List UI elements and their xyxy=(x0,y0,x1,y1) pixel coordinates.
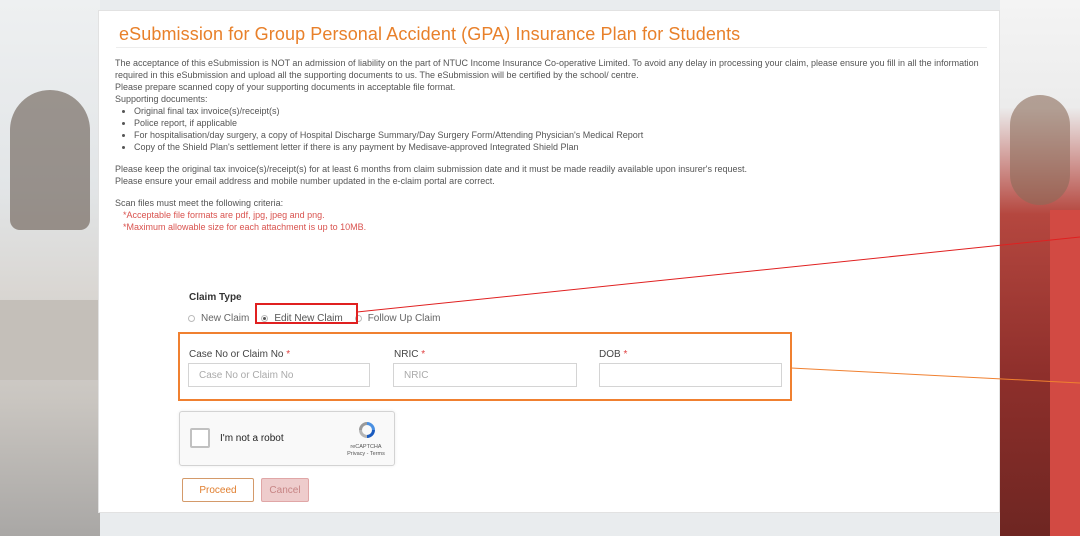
cancel-button[interactable]: Cancel xyxy=(261,478,309,502)
background-left-photo xyxy=(0,0,100,536)
supporting-docs-heading: Supporting documents: xyxy=(115,94,208,104)
claim-type-label: Claim Type xyxy=(189,292,242,303)
list-item: For hospitalisation/day surgery, a copy … xyxy=(134,129,990,141)
background-desk xyxy=(0,300,100,380)
case-no-input[interactable] xyxy=(188,363,370,387)
prepare-notice: Please prepare scanned copy of your supp… xyxy=(115,82,456,92)
case-no-label: Case No or Claim No * xyxy=(189,349,291,360)
background-stripe xyxy=(1050,210,1080,536)
supporting-docs-list: Original final tax invoice(s)/receipt(s)… xyxy=(115,105,990,153)
recaptcha-brand: reCAPTCHA Privacy - Terms xyxy=(338,444,394,458)
recaptcha-privacy-terms-link[interactable]: Privacy - Terms xyxy=(338,451,394,458)
radio-follow-up-claim[interactable]: Follow Up Claim xyxy=(354,312,441,324)
list-item: Original final tax invoice(s)/receipt(s) xyxy=(134,105,990,117)
contact-notice: Please ensure your email address and mob… xyxy=(115,176,495,186)
dob-input[interactable] xyxy=(599,363,782,387)
background-figure xyxy=(10,90,90,230)
nric-label: NRIC * xyxy=(394,349,426,360)
recaptcha-checkbox[interactable] xyxy=(190,428,210,448)
criteria-heading: Scan files must meet the following crite… xyxy=(115,198,284,208)
list-item: Copy of the Shield Plan's settlement let… xyxy=(134,141,990,153)
liability-notice: The acceptance of this eSubmission is NO… xyxy=(115,58,979,80)
highlight-box-claim-type xyxy=(255,303,358,324)
radio-label: New Claim xyxy=(201,312,250,324)
esubmission-panel: eSubmission for Group Personal Accident … xyxy=(98,10,1000,513)
criteria-formats: *Acceptable file formats are pdf, jpg, j… xyxy=(123,210,325,220)
instructions: The acceptance of this eSubmission is NO… xyxy=(115,57,990,233)
radio-new-claim[interactable]: New Claim xyxy=(188,313,249,324)
recaptcha-logo-icon xyxy=(359,422,375,438)
recaptcha-widget: I'm not a robot reCAPTCHA Privacy - Term… xyxy=(179,411,395,466)
list-item: Police report, if applicable xyxy=(134,117,990,129)
radio-label: Follow Up Claim xyxy=(367,312,441,324)
dob-label: DOB * xyxy=(599,349,628,360)
nric-input[interactable] xyxy=(393,363,577,387)
background-figure xyxy=(1010,95,1070,205)
title-divider xyxy=(116,47,987,48)
retention-notice: Please keep the original tax invoice(s)/… xyxy=(115,164,748,174)
proceed-button[interactable]: Proceed xyxy=(182,478,254,502)
criteria-size: *Maximum allowable size for each attachm… xyxy=(123,222,367,232)
background-right-photo xyxy=(1000,0,1080,536)
radio-indicator[interactable] xyxy=(188,314,195,322)
page-title: eSubmission for Group Personal Accident … xyxy=(119,24,741,44)
recaptcha-label: I'm not a robot xyxy=(220,433,284,444)
